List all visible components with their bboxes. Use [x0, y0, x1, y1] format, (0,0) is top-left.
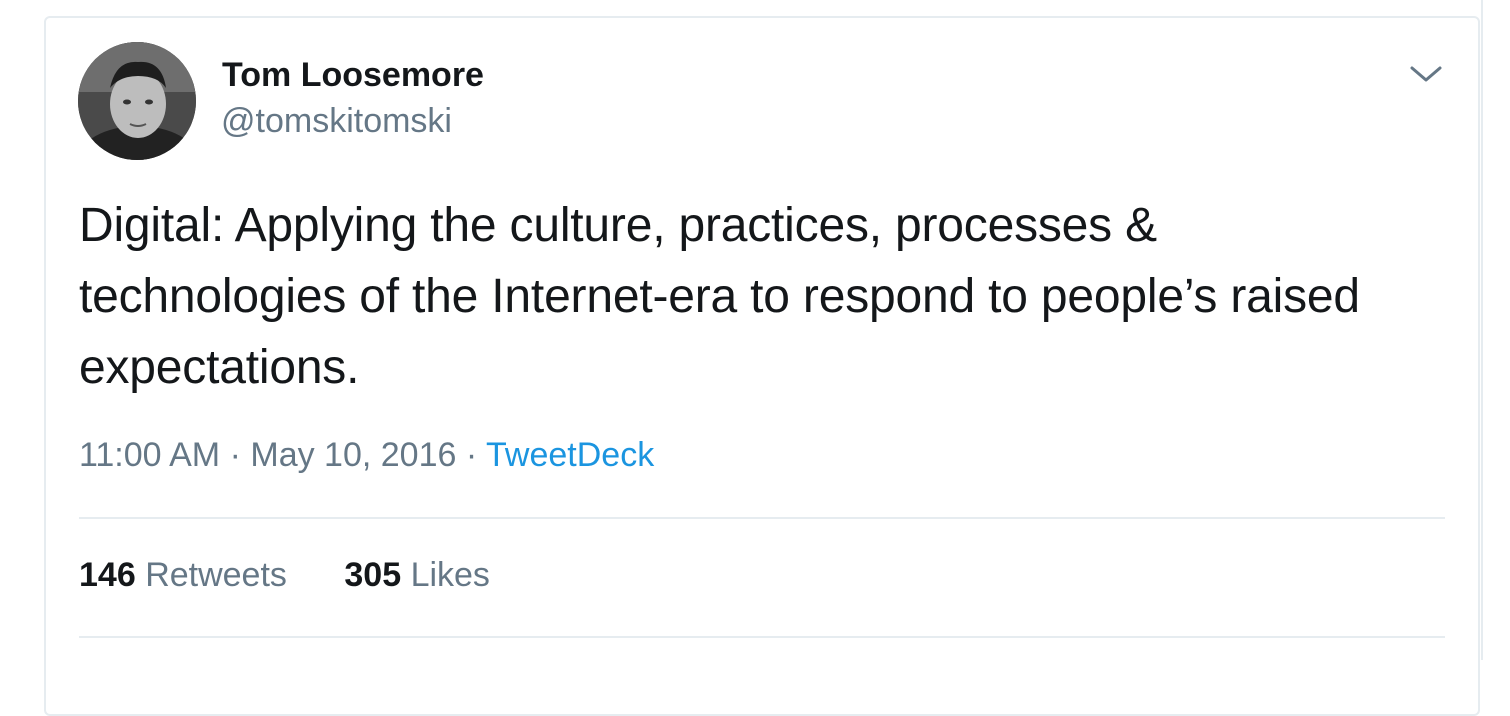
divider — [79, 517, 1445, 519]
card-edge — [1481, 0, 1483, 660]
meta-separator: · — [465, 436, 478, 474]
user-handle[interactable]: @tomskitomski — [221, 102, 452, 141]
tweet-date[interactable]: May 10, 2016 — [250, 436, 456, 474]
divider — [79, 636, 1445, 638]
likes-label: Likes — [410, 556, 490, 594]
tweet-time[interactable]: 11:00 AM — [79, 436, 220, 474]
avatar[interactable] — [78, 42, 196, 160]
tweet-meta: 11:00 AM · May 10, 2016 · TweetDeck — [79, 436, 654, 475]
tweet-source-link[interactable]: TweetDeck — [486, 436, 654, 474]
retweets-stat[interactable]: 146 Retweets — [79, 556, 287, 595]
chevron-down-icon[interactable] — [1406, 56, 1446, 92]
likes-count: 305 — [344, 556, 402, 594]
retweets-label: Retweets — [145, 556, 287, 594]
likes-stat[interactable]: 305 Likes — [344, 556, 490, 595]
retweets-count: 146 — [79, 556, 136, 594]
tweet-stats: 146 Retweets 305 Likes — [79, 556, 538, 595]
tweet-text: Digital: Applying the culture, practices… — [79, 199, 1360, 394]
meta-separator: · — [229, 436, 241, 474]
display-name[interactable]: Tom Loosemore — [222, 56, 484, 95]
